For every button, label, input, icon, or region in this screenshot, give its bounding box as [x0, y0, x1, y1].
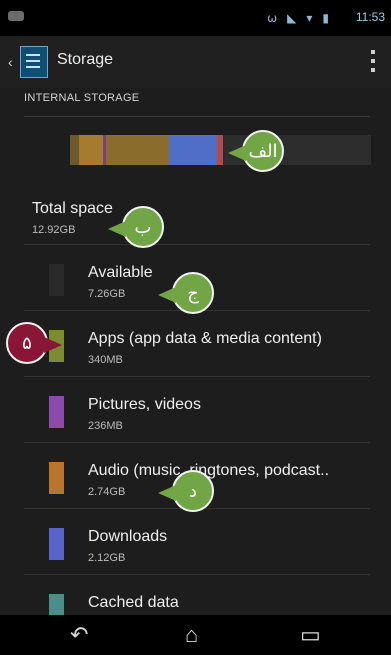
overflow-menu-button[interactable] — [371, 50, 375, 72]
storage-category-title[interactable]: Pictures, videos — [88, 396, 201, 414]
row-divider — [24, 376, 370, 377]
clock: 11:53 — [355, 10, 385, 24]
storage-category-title[interactable]: Available — [88, 264, 153, 282]
usage-segment — [169, 135, 218, 165]
usage-segment — [70, 135, 80, 165]
storage-category-swatch — [49, 264, 64, 296]
storage-category-swatch — [49, 396, 64, 428]
storage-app-icon[interactable] — [20, 46, 48, 78]
storage-category-size: 2.74GB — [88, 486, 126, 498]
total-space-label: Total space — [32, 200, 113, 217]
page-title: Storage — [57, 51, 114, 68]
callout-jim: ج — [158, 272, 214, 314]
storage-category-title[interactable]: Apps (app data & media content) — [88, 330, 322, 348]
wifi-icon: ▾ — [306, 11, 313, 25]
menu-dot-icon — [371, 50, 375, 54]
battery-icon: ▮ — [322, 11, 329, 25]
storage-category-title[interactable]: Cached data — [88, 594, 179, 612]
action-bar: ‹ Storage — [0, 36, 391, 89]
recent-apps-icon[interactable]: ▭ — [300, 624, 321, 646]
usage-segment — [106, 135, 170, 165]
callout-alef: الف — [228, 130, 284, 172]
menu-dot-icon — [371, 59, 375, 63]
signal-icon: ◣ — [287, 11, 297, 25]
status-bar: ⍵ ◣ ▾ ▮ 11:53 — [0, 0, 391, 36]
total-space-value: 12.92GB — [32, 224, 76, 236]
status-icons: ⍵ ◣ ▾ ▮ — [267, 11, 329, 25]
notification-icon — [8, 11, 24, 21]
menu-dot-icon — [371, 68, 375, 72]
back-icon[interactable]: ↶ — [70, 624, 88, 646]
callout-five: ۵ — [6, 322, 62, 364]
navigation-bar: ↶ ⌂ ▭ — [0, 615, 391, 655]
callout-dal: د — [158, 470, 214, 512]
storage-category-title[interactable]: Downloads — [88, 528, 167, 546]
section-header: INTERNAL STORAGE — [24, 92, 140, 104]
bluetooth-icon: ⍵ — [267, 11, 278, 25]
section-divider — [24, 116, 370, 117]
home-icon[interactable]: ⌂ — [185, 624, 198, 646]
storage-usage-bar — [70, 135, 371, 165]
storage-category-size: 2.12GB — [88, 552, 126, 564]
phone-screen: ⍵ ◣ ▾ ▮ 11:53 ‹ Storage INTERNAL STORAGE… — [0, 0, 391, 655]
callout-be: ب — [108, 206, 164, 248]
up-navigation-icon[interactable]: ‹ — [8, 54, 13, 70]
usage-segment — [79, 135, 104, 165]
row-divider — [24, 244, 370, 245]
row-divider — [24, 442, 370, 443]
storage-category-size: 236MB — [88, 420, 123, 432]
storage-category-swatch — [49, 462, 64, 494]
storage-category-size: 340MB — [88, 354, 123, 366]
storage-category-swatch — [49, 528, 64, 560]
row-divider — [24, 574, 370, 575]
storage-category-size: 7.26GB — [88, 288, 126, 300]
